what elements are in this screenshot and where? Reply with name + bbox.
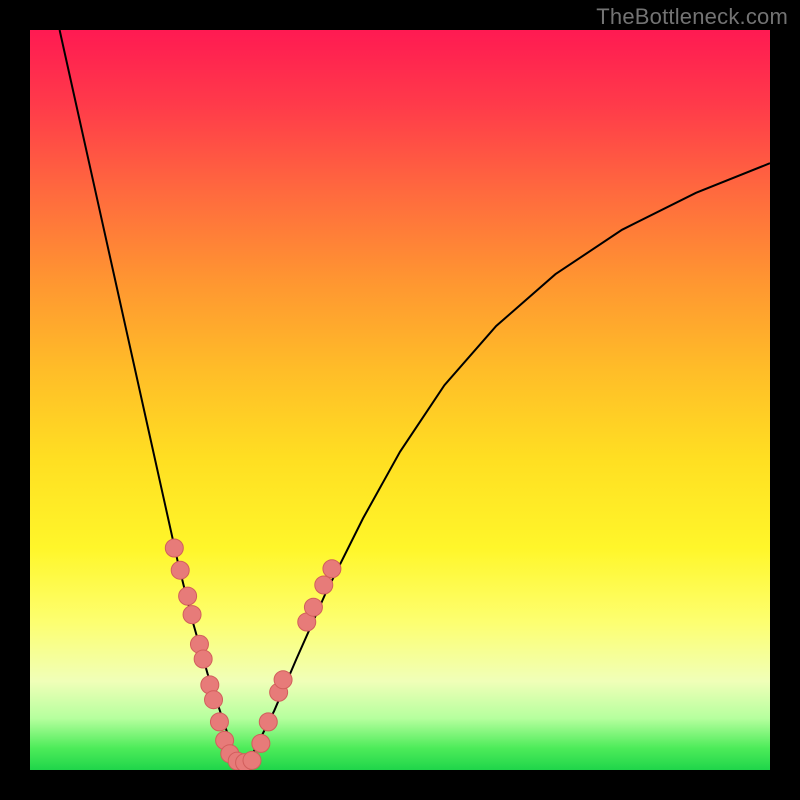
data-point [165, 539, 183, 557]
data-point [171, 561, 189, 579]
watermark-text: TheBottleneck.com [596, 4, 788, 30]
data-point [194, 650, 212, 668]
data-point [259, 713, 277, 731]
chart-frame: TheBottleneck.com [0, 0, 800, 800]
data-point [183, 606, 201, 624]
data-point [315, 576, 333, 594]
bottleneck-curve [60, 30, 770, 763]
data-point [323, 560, 341, 578]
chart-svg [30, 30, 770, 770]
data-point [205, 691, 223, 709]
data-point [210, 713, 228, 731]
data-point [252, 734, 270, 752]
data-point [243, 751, 261, 769]
markers [165, 539, 341, 770]
plot-area [30, 30, 770, 770]
curve [60, 30, 770, 763]
data-point [304, 598, 322, 616]
data-point [274, 671, 292, 689]
data-point [179, 587, 197, 605]
